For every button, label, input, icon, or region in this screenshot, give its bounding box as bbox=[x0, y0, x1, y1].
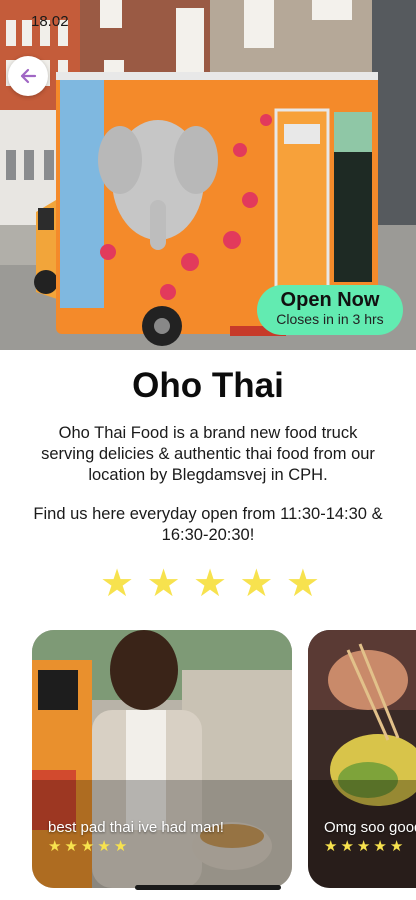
open-status-badge: Open Now Closes in in 3 hrs bbox=[257, 285, 403, 335]
rating-stars: ★ ★ ★ ★ ★ bbox=[100, 564, 320, 604]
star-icon: ★ bbox=[80, 838, 95, 855]
restaurant-name: Oho Thai bbox=[132, 366, 284, 405]
star-icon: ★ bbox=[64, 838, 78, 855]
arrow-left-icon bbox=[20, 68, 37, 84]
star-icon: ★ bbox=[356, 838, 371, 855]
star-icon: ★ bbox=[100, 563, 135, 605]
review-card[interactable]: best pad thai ive had man! ★ ★ ★ ★ ★ bbox=[32, 630, 292, 888]
review-card[interactable]: Omg soo good ★ ★ ★ ★ ★ bbox=[308, 630, 416, 888]
star-icon: ★ bbox=[340, 838, 354, 855]
opening-hours: Find us here everyday open from 11:30-14… bbox=[33, 505, 383, 544]
review-rating: ★ ★ ★ ★ ★ bbox=[48, 838, 127, 856]
star-icon: ★ bbox=[285, 563, 320, 605]
star-icon: ★ bbox=[113, 838, 128, 855]
star-icon: ★ bbox=[239, 563, 274, 605]
star-icon: ★ bbox=[48, 838, 62, 855]
star-icon: ★ bbox=[389, 838, 404, 855]
review-carousel[interactable]: best pad thai ive had man! ★ ★ ★ ★ ★ Omg… bbox=[0, 630, 416, 892]
restaurant-description: Oho Thai Food is a brand new food truck … bbox=[41, 424, 375, 484]
star-icon: ★ bbox=[373, 838, 387, 855]
restaurant-detail-screen: 18.02 Open Now Closes in in 3 hrs Oho Th… bbox=[0, 0, 416, 900]
closing-time-label: Closes in in 3 hrs bbox=[276, 311, 384, 327]
review-rating: ★ ★ ★ ★ ★ bbox=[324, 838, 403, 856]
home-indicator[interactable] bbox=[135, 885, 281, 890]
status-bar-time: 18.02 bbox=[31, 13, 69, 30]
star-icon: ★ bbox=[146, 563, 181, 605]
review-text: Omg soo good bbox=[324, 819, 416, 836]
review-text: best pad thai ive had man! bbox=[48, 819, 224, 836]
open-status-label: Open Now bbox=[280, 289, 380, 311]
star-icon: ★ bbox=[324, 838, 338, 855]
star-icon: ★ bbox=[192, 563, 228, 605]
back-button[interactable] bbox=[8, 56, 48, 96]
star-icon: ★ bbox=[97, 838, 111, 855]
